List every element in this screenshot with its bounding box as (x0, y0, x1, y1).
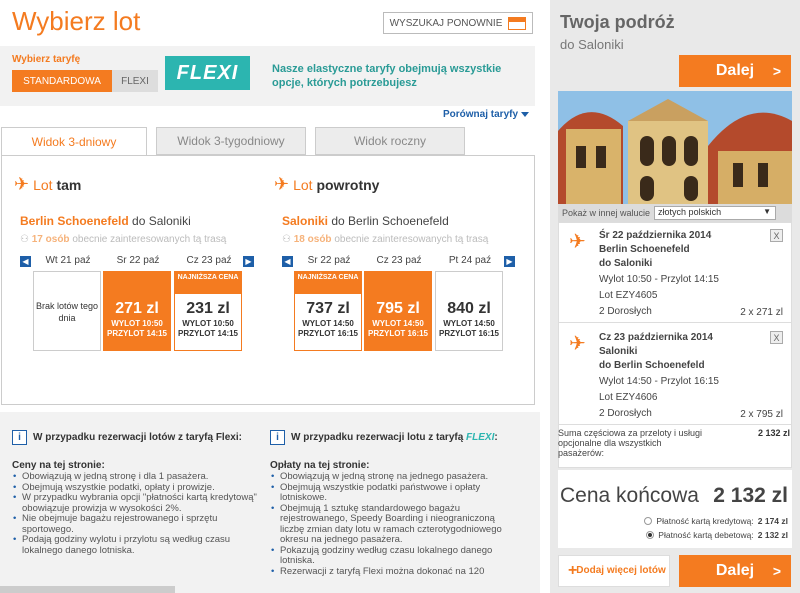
compare-fares-link[interactable]: Porównaj taryfy (443, 109, 529, 120)
info-right-list: Obowiązują w jedną stronę na jednego pas… (270, 471, 515, 577)
scroll-bar[interactable] (0, 586, 175, 593)
flexi-promo-text: Nasze elastyczne taryfy obejmują wszystk… (272, 63, 502, 89)
arrow-right-icon: > (772, 63, 781, 79)
tab-year[interactable]: Widok roczny (315, 127, 465, 155)
fare-label: Wybierz taryfę (12, 54, 81, 65)
info-right-title: iW przypadku rezerwacji lotu z taryfą FL… (270, 430, 498, 445)
people-icon: ⚇ (20, 234, 32, 245)
plane-icon: ✈ (569, 333, 586, 355)
info-left-list: Obowiązują w jedną stronę i dla 1 pasaże… (12, 471, 257, 556)
info-section: iW przypadku rezerwacji lotów z taryfą F… (0, 412, 540, 593)
pay-debit-option[interactable]: Płatność kartą debetową: 2 132 zl (646, 530, 788, 540)
day-header: Sr 22 paź (307, 255, 351, 266)
remove-icon[interactable]: X (770, 229, 783, 242)
fare-flexi-button[interactable]: FLEXI (112, 70, 158, 92)
return-interest: ⚇ 18 osób obecnie zainteresowanych tą tr… (282, 234, 489, 245)
flight-panel: ✈ Lot tam Berlin Schoenefeld do Saloniki … (1, 155, 535, 405)
outbound-next-arrow[interactable]: ▶ (243, 256, 254, 267)
outbound-interest: ⚇ 17 osób obecnie zainteresowanych tą tr… (20, 234, 227, 245)
destination-photo (558, 91, 792, 204)
search-again-button[interactable]: WYSZUKAJ PONOWNIE (383, 12, 533, 34)
info-icon: i (270, 430, 285, 445)
day-cell[interactable]: 840 zl WYLOT 14:50 PRZYLOT 16:15 (435, 271, 503, 351)
return-route: Saloniki do Berlin Schoenefeld (282, 214, 449, 228)
day-cell-selected[interactable]: 271 zl WYLOT 10:50 PRZYLOT 14:15 (103, 271, 171, 351)
return-prev-arrow[interactable]: ◀ (282, 256, 293, 267)
day-header: Sr 22 paź (116, 255, 160, 266)
currency-switch: Pokaż w innej walucie złotych polskich (558, 204, 792, 222)
page-title: Wybierz lot (12, 6, 141, 36)
arrow-right-icon: > (772, 563, 781, 579)
lowest-price-badge: NAJNIŻSZA CENA (175, 272, 241, 294)
add-flights-button[interactable]: Dodaj więcej lotów (558, 555, 670, 587)
info-left-heading: Ceny na tej stronie: (12, 460, 105, 471)
segment-return: ✈ X Cz 23 października 2014 Saloniki do … (559, 325, 791, 425)
subtotal-label: Suma częściowa za przeloty i usługi opcj… (558, 428, 703, 458)
day-cell[interactable]: NAJNIŻSZA CENA 231 zl WYLOT 10:50 PRZYLOT … (174, 271, 242, 351)
info-left-title: iW przypadku rezerwacji lotów z taryfą F… (12, 430, 242, 445)
fare-selector: Wybierz taryfę STANDARDOWA FLEXI FLEXI N… (0, 46, 535, 106)
total-box: Cena końcowa 2 132 zl Płatność kartą kre… (558, 470, 792, 548)
flexi-logo: FLEXI (165, 56, 250, 90)
main-panel: Wybierz lot WYSZUKAJ PONOWNIE Wybierz ta… (0, 0, 540, 593)
outbound-heading: ✈ Lot tam (14, 174, 82, 194)
total-value: 2 132 zl (713, 484, 788, 507)
day-header: Cz 23 paź (376, 255, 422, 266)
plane-icon: ✈ (569, 231, 586, 253)
subtotal-value: 2 132 zl (757, 428, 790, 438)
calendar-icon (508, 16, 527, 30)
people-icon: ⚇ (282, 234, 294, 245)
day-header: Cz 23 paź (186, 255, 232, 266)
day-header: Wt 21 paź (45, 255, 91, 266)
day-header: Pt 24 paź (448, 255, 492, 266)
outbound-route: Berlin Schoenefeld do Saloniki (20, 214, 191, 228)
tab-3-week[interactable]: Widok 3-tygodniowy (156, 127, 306, 155)
radio-icon (644, 517, 653, 525)
outbound-prev-arrow[interactable]: ◀ (20, 256, 31, 267)
sidebar-title: Twoja podróż (560, 12, 675, 32)
lowest-price-badge: NAJNIŻSZA CENA (295, 272, 361, 294)
segment-outbound: ✈ X Śr 22 października 2014 Berlin Schoe… (559, 223, 791, 323)
trip-sidebar: Twoja podróż do Saloniki Dalej > Pokaż w … (550, 0, 800, 593)
plane-icon: ✈ (14, 174, 30, 194)
day-cell-selected[interactable]: 795 zl WYLOT 14:50 PRZYLOT 16:15 (364, 271, 432, 351)
fare-standard-button[interactable]: STANDARDOWA (12, 70, 112, 92)
day-cell: Brak lotów tego dnia (33, 271, 101, 351)
info-right-heading: Opłaty na tej stronie: (270, 460, 370, 471)
day-cell[interactable]: NAJNIŻSZA CENA 737 zl WYLOT 14:50 PRZYLOT … (294, 271, 362, 351)
info-icon: i (12, 430, 27, 445)
return-next-arrow[interactable]: ▶ (504, 256, 515, 267)
plane-icon: ✈ (274, 174, 290, 194)
next-button[interactable]: Dalej > (679, 55, 791, 87)
total-label: Cena końcowa (560, 484, 699, 507)
currency-select[interactable]: złotych polskich (654, 206, 777, 220)
search-again-label: WYSZUKAJ PONOWNIE (389, 17, 503, 29)
tab-3-day[interactable]: Widok 3-dniowy (1, 127, 147, 156)
remove-icon[interactable]: X (770, 331, 783, 344)
next-button-bottom[interactable]: Dalej > (679, 555, 791, 587)
pay-credit-option[interactable]: Płatność kartą kredytową: 2 174 zl (644, 516, 788, 526)
radio-icon (646, 531, 655, 539)
sidebar-subtitle: do Saloniki (560, 37, 624, 52)
return-heading: ✈ Lot powrotny (274, 174, 380, 194)
